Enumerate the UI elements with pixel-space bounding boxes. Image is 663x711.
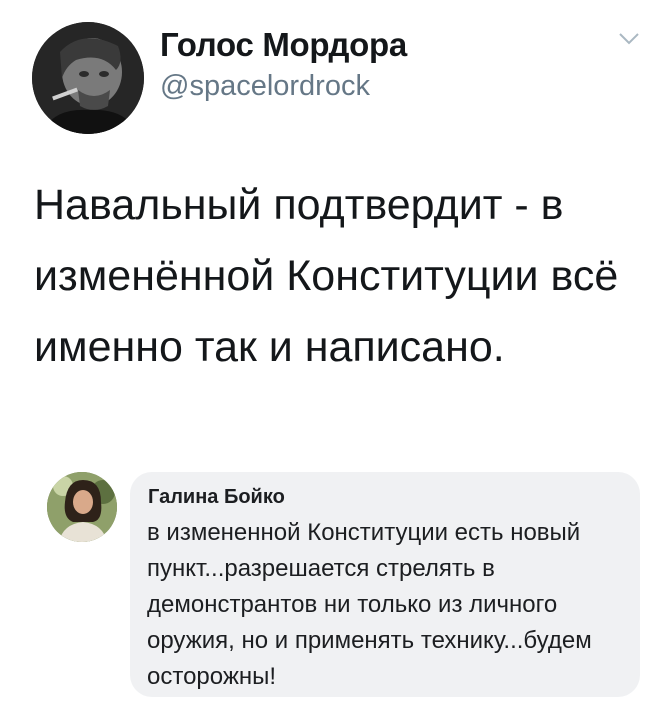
avatar-photo-icon [47,472,117,542]
author-avatar[interactable] [32,22,144,134]
author-display-name[interactable]: Голос Мордора [160,26,407,64]
tweet-text: Навальный подтвердит - в изменённой Конс… [34,181,619,371]
reply-author-avatar[interactable] [47,472,117,542]
reply-author-name[interactable]: Галина Бойко [148,486,285,509]
avatar-photo-icon [32,22,144,134]
tweet-card: Голос Мордора @spacelordrock Навальный п… [0,0,663,711]
chevron-down-icon[interactable] [618,32,640,46]
author-handle[interactable]: @spacelordrock [160,70,370,103]
reply-text: в измененной Конституции есть новый пунк… [147,519,592,690]
